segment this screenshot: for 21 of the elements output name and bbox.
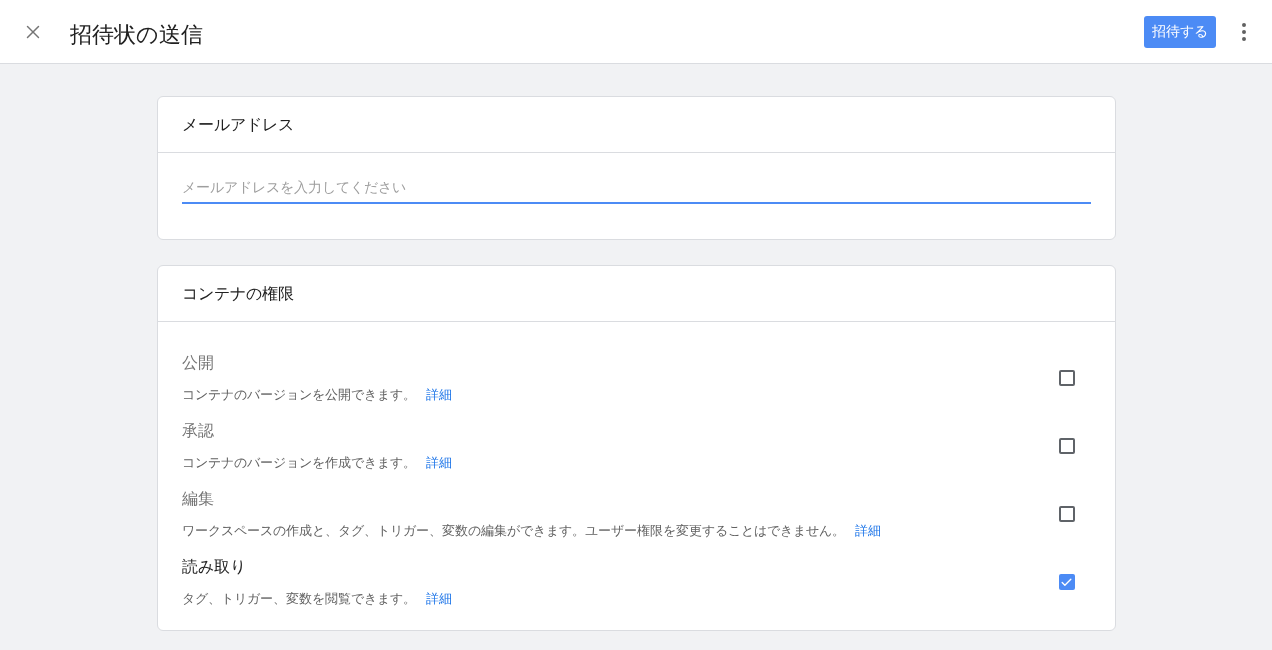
permission-description: コンテナのバージョンを公開できます。 (181, 386, 416, 405)
details-link[interactable]: 詳細 (425, 589, 452, 609)
permission-title: 編集 (181, 489, 215, 510)
permission-checkbox[interactable] (1058, 438, 1075, 454)
permission-title: 公開 (181, 353, 215, 374)
permission-title: 読み取り (181, 557, 247, 578)
email-field[interactable]: メールアドレスを入力してください (181, 177, 1091, 204)
card-title: コンテナの権限 (181, 283, 294, 304)
dialog-title: 招待状の送信 (70, 21, 203, 49)
details-link[interactable]: 詳細 (425, 385, 452, 405)
invite-button[interactable]: 招待する (1144, 15, 1216, 48)
permission-checkbox[interactable] (1058, 506, 1075, 522)
permission-description: コンテナのバージョンを作成できます。 (181, 454, 416, 473)
permission-description: ワークスペースの作成と、タグ、トリガー、変数の編集ができます。ユーザー権限を変更することはできません。 (181, 522, 845, 541)
details-link[interactable]: 詳細 (854, 521, 881, 541)
details-link[interactable]: 詳細 (425, 453, 452, 473)
card-title: メールアドレス (181, 114, 294, 135)
permission-description: タグ、トリガー、変数を閲覧できます。 (181, 590, 416, 609)
permission-checkbox[interactable] (1058, 574, 1075, 590)
permission-checkbox[interactable] (1058, 370, 1075, 386)
permission-title: 承認 (181, 421, 215, 442)
